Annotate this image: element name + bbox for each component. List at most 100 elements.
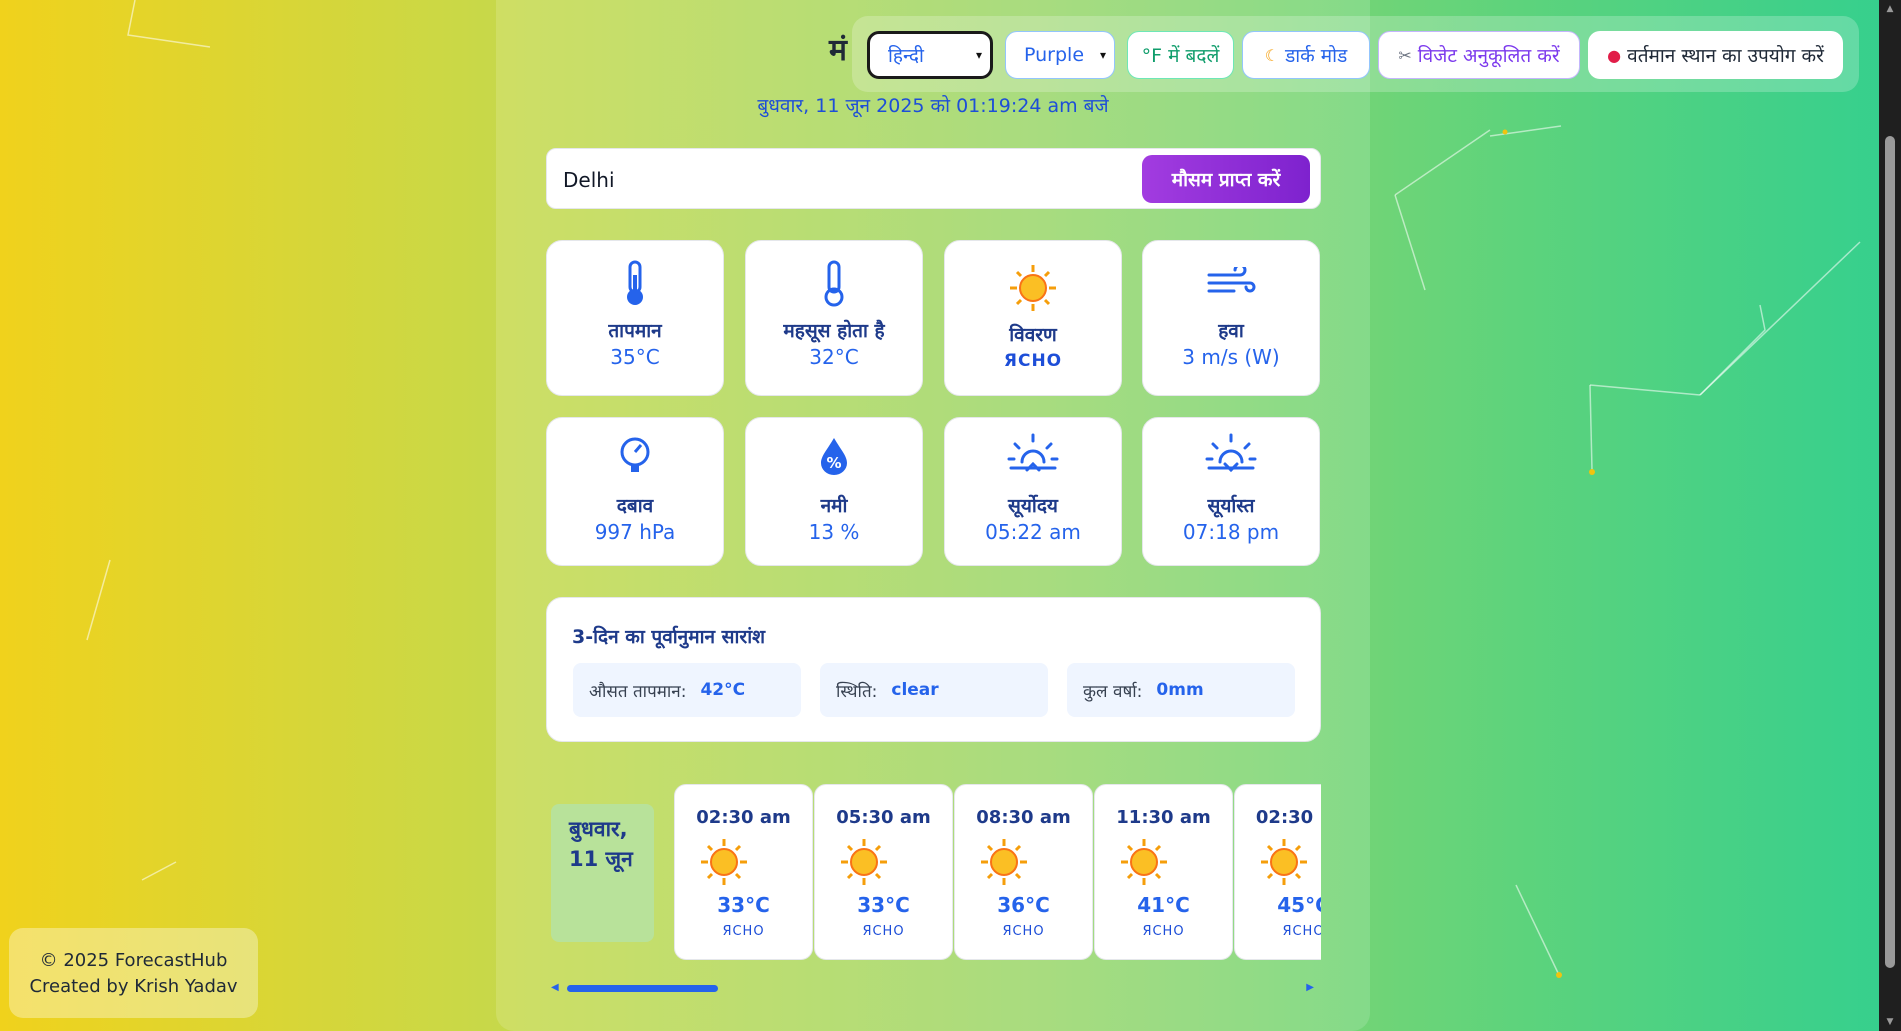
hour-time: 11:30 am: [1116, 807, 1211, 828]
wind-icon: [1143, 267, 1319, 297]
unit-toggle-label: °F में बदलें: [1141, 45, 1220, 67]
tile-value: 07:18 pm: [1182, 520, 1280, 544]
summary-key: औसत तापमान:: [589, 681, 687, 702]
tile-label: विवरण: [1009, 324, 1057, 346]
scrollbar-thumb[interactable]: [567, 985, 718, 992]
summary-avg-temp: औसत तापमान: 42°C: [573, 663, 801, 717]
hour-time: 02:30 pm: [1255, 807, 1321, 828]
hourly-forecast-strip[interactable]: बुधवार, 11 जून 02:30 am 33°C ЯСНО 05:30 …: [551, 784, 1321, 962]
unit-toggle-button[interactable]: °F में बदलें: [1127, 31, 1234, 79]
sun-icon: [1119, 837, 1169, 891]
tile-label: नमी: [820, 495, 848, 517]
dark-mode-button[interactable]: ☾ डार्क मोड: [1242, 31, 1370, 79]
tile-value: 35°C: [610, 345, 660, 369]
hourly-card: 02:30 pm 45°C ЯСНО: [1234, 784, 1321, 960]
tools-icon: ✂: [1398, 45, 1412, 65]
tile-value: 13 %: [808, 520, 860, 544]
theme-select-value: Purple: [1024, 44, 1085, 66]
tile-value: 997 hPa: [594, 520, 676, 544]
hour-desc: ЯСНО: [1282, 924, 1321, 939]
tile-value: 3 m/s (W): [1182, 345, 1280, 369]
hour-time: 05:30 am: [836, 807, 931, 828]
hourly-scrollbar[interactable]: ◀ ▶: [551, 982, 1314, 994]
svg-text:%: %: [826, 454, 841, 472]
hour-time: 08:30 am: [976, 807, 1071, 828]
tile-sunset: सूर्यास्त 07:18 pm: [1142, 417, 1320, 566]
scroll-left-icon[interactable]: ◀: [551, 982, 559, 993]
sun-icon: [979, 837, 1029, 891]
summary-value: 42°C: [700, 680, 746, 700]
hour-desc: ЯСНО: [722, 924, 765, 939]
hour-desc: ЯСНО: [1002, 924, 1045, 939]
tile-feels-like: महसूस होता है 32°C: [745, 240, 923, 396]
scroll-right-icon[interactable]: ▶: [1306, 982, 1314, 993]
humidity-drop-icon: %: [746, 436, 922, 476]
sun-icon: [699, 837, 749, 891]
theme-select[interactable]: Purple ▾: [1005, 31, 1115, 79]
summary-condition: स्थिति: clear: [820, 663, 1048, 717]
tile-pressure: दबाव 997 hPa: [546, 417, 724, 566]
dark-mode-label: डार्क मोड: [1285, 45, 1348, 67]
tile-label: सूर्यास्त: [1207, 495, 1255, 517]
get-weather-button[interactable]: मौसम प्राप्त करें: [1142, 155, 1310, 203]
hour-temp: 33°C: [857, 893, 910, 917]
thermometer-icon: [746, 259, 922, 307]
use-location-button[interactable]: ● वर्तमान स्थान का उपयोग करें: [1588, 31, 1843, 79]
tile-value: 05:22 am: [985, 520, 1081, 544]
summary-key: स्थिति:: [836, 681, 878, 702]
sunset-icon: [1143, 432, 1319, 474]
hour-temp: 33°C: [717, 893, 770, 917]
hour-desc: ЯСНО: [862, 924, 905, 939]
tile-temperature: तापमान 35°C: [546, 240, 724, 396]
tile-humidity: % नमी 13 %: [745, 417, 923, 566]
language-select-value: हिन्दी: [888, 45, 924, 67]
sun-icon: [1259, 837, 1309, 891]
tile-label: सूर्योदय: [1008, 495, 1058, 517]
sunrise-icon: [945, 432, 1121, 474]
tile-sunrise: सूर्योदय 05:22 am: [944, 417, 1122, 566]
sun-icon: [945, 263, 1121, 313]
summary-value: 0mm: [1156, 680, 1204, 700]
scroll-up-icon[interactable]: ▲: [1879, 4, 1901, 14]
hourly-card: 02:30 am 33°C ЯСНО: [674, 784, 813, 960]
day-label-weekday: बुधवार,: [569, 817, 628, 841]
sun-icon: [839, 837, 889, 891]
tile-label: हवा: [1218, 320, 1244, 342]
chevron-down-icon: ▾: [975, 48, 982, 62]
hour-temp: 36°C: [997, 893, 1050, 917]
hour-desc: ЯСНО: [1142, 924, 1185, 939]
map-pin-icon: ●: [1607, 45, 1622, 65]
use-location-label: वर्तमान स्थान का उपयोग करें: [1627, 45, 1824, 67]
moon-icon: ☾: [1264, 45, 1280, 65]
footer: © 2025 ForecastHub Created by Krish Yada…: [9, 928, 258, 1018]
page-scrollbar[interactable]: ▲ ▼: [1879, 0, 1901, 1031]
city-search-input[interactable]: [561, 163, 1125, 197]
day-label-date: 11 जून: [569, 847, 633, 871]
footer-copyright: © 2025 ForecastHub: [39, 950, 228, 971]
tile-label: तापमान: [608, 320, 662, 342]
summary-value: clear: [891, 680, 939, 700]
language-select[interactable]: हिन्दी ▾: [867, 31, 993, 79]
summary-key: कुल वर्षा:: [1083, 681, 1143, 702]
tile-value: ЯСНО: [1003, 351, 1063, 371]
hourly-card: 05:30 am 33°C ЯСНО: [814, 784, 953, 960]
hour-temp: 41°C: [1137, 893, 1190, 917]
scroll-down-icon[interactable]: ▼: [1879, 1017, 1901, 1027]
tile-label: दबाव: [616, 495, 654, 517]
customize-widget-label: विजेट अनुकूलित करें: [1417, 45, 1560, 67]
footer-credit: Created by Krish Yadav: [29, 976, 238, 997]
tile-wind: हवा 3 m/s (W): [1142, 240, 1320, 396]
gauge-icon: [547, 436, 723, 474]
tile-value: 32°C: [809, 345, 859, 369]
forecast-summary-card: 3-दिन का पूर्वानुमान सारांश औसत तापमान: …: [546, 597, 1321, 742]
tile-label: महसूस होता है: [783, 320, 885, 342]
app-title: मं: [829, 33, 847, 68]
current-datetime: बुधवार, 11 जून 2025 को 01:19:24 am बजे: [757, 95, 1109, 117]
thermometer-icon: [547, 259, 723, 307]
day-label: बुधवार, 11 जून: [551, 804, 654, 942]
toolbar: हिन्दी ▾ Purple ▾ °F में बदलें ☾ डार्क म…: [852, 16, 1859, 92]
hourly-card: 08:30 am 36°C ЯСНО: [954, 784, 1093, 960]
summary-rainfall: कुल वर्षा: 0mm: [1067, 663, 1295, 717]
page-scrollbar-thumb[interactable]: [1885, 136, 1895, 968]
customize-widget-button[interactable]: ✂ विजेट अनुकूलित करें: [1378, 31, 1580, 79]
